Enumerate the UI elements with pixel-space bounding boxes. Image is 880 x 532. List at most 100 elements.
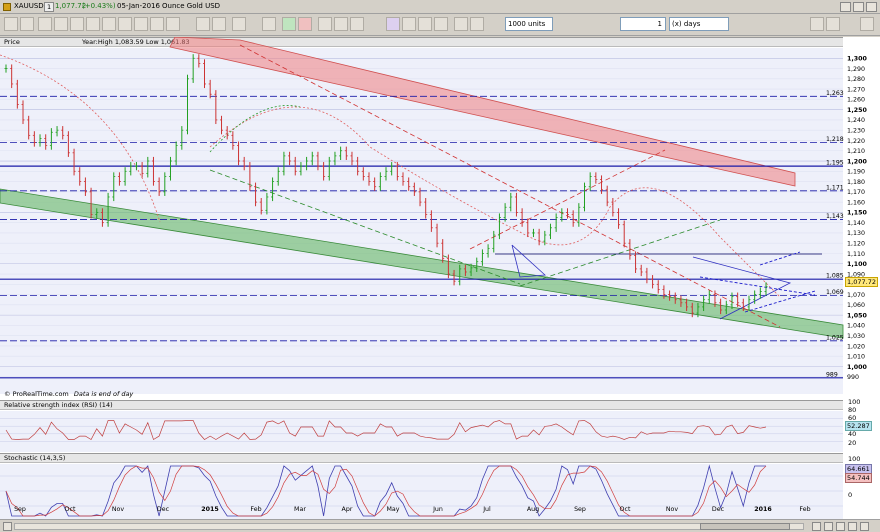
- y-tick-label: 990: [847, 374, 859, 381]
- y-tick-label: 1,250: [847, 107, 868, 114]
- rsi-tick-80: 80: [848, 406, 857, 414]
- rsi-panel-header: Relative strength index (RSI) (14): [0, 400, 843, 410]
- gann-tool-icon[interactable]: [150, 17, 164, 31]
- x-tick-label: Feb: [250, 506, 261, 513]
- change-label: (+0.43%): [82, 2, 116, 10]
- hline-tool-icon[interactable]: [54, 17, 68, 31]
- rectangle-tool-icon[interactable]: [102, 17, 116, 31]
- y-tick-label: 1,290: [847, 66, 865, 73]
- line-width-icon[interactable]: [402, 17, 416, 31]
- zoom-in-icon[interactable]: [824, 522, 833, 531]
- close-button[interactable]: [866, 2, 877, 12]
- settings-icon[interactable]: [232, 17, 246, 31]
- count-input[interactable]: 1: [620, 17, 666, 31]
- reset-icon[interactable]: [860, 522, 869, 531]
- channel-tool-icon[interactable]: [70, 17, 84, 31]
- rsi-tick-40: 40: [848, 430, 857, 438]
- arrow-right-icon[interactable]: [262, 17, 276, 31]
- stoch-d-value: 54.744: [845, 473, 872, 483]
- label-tool-icon[interactable]: [318, 17, 332, 31]
- symbol-label: XAUUSD: [14, 2, 44, 10]
- minimize-button[interactable]: [840, 2, 851, 12]
- y-tick-label: 1,300: [847, 56, 868, 63]
- y-tick-label: 1,120: [847, 241, 865, 248]
- eraser-icon[interactable]: [212, 17, 226, 31]
- y-tick-label: 1,130: [847, 230, 865, 237]
- rsi-panel-label: Relative strength index (RSI) (14): [4, 401, 113, 409]
- interval-select[interactable]: (x) days: [669, 17, 729, 31]
- print-icon[interactable]: [826, 17, 840, 31]
- y-tick-label: 1,110: [847, 251, 865, 258]
- y-tick-label: 1,230: [847, 127, 865, 134]
- date-label: 05-Jan-2016: [117, 2, 160, 10]
- level-label: 1,218: [826, 136, 844, 143]
- status-bar: [0, 519, 880, 532]
- alert-tool-icon[interactable]: [334, 17, 348, 31]
- zoom-out-icon[interactable]: [812, 522, 821, 531]
- rsi-plot-background: [0, 411, 843, 452]
- instrument-label: Ounce Gold USD: [162, 2, 221, 10]
- y-tick-label: 1,100: [847, 261, 868, 268]
- chart-area[interactable]: Price Year:High 1,083.59 Low 1,061.83 1,…: [0, 37, 880, 532]
- arrow-down-red-icon[interactable]: [298, 17, 312, 31]
- y-tick-label: 1,260: [847, 97, 865, 104]
- x-tick-label: 2015: [201, 506, 219, 513]
- y-tick-label: 1,220: [847, 138, 865, 145]
- x-tick-label: Jul: [482, 506, 491, 513]
- level-label: 1,143: [826, 213, 844, 220]
- horizontal-scrollbar[interactable]: [14, 523, 804, 530]
- y-tick-label: 1,020: [847, 343, 865, 350]
- x-tick-label: Aug: [527, 506, 539, 513]
- price-chart[interactable]: 1,300 1,290 1,280 1,270 1,260 1,250 1,240 1,230…: [0, 37, 880, 519]
- x-tick-label: Mar: [294, 506, 306, 513]
- current-price-value: 1,077.72: [847, 278, 876, 286]
- x-tick-label: Nov: [666, 506, 679, 513]
- lock-icon[interactable]: [454, 17, 468, 31]
- units-select[interactable]: 1000 units: [505, 17, 553, 31]
- chart-options-icon[interactable]: [810, 17, 824, 31]
- source-label: © ProRealTime.com: [4, 390, 69, 398]
- y-tick-label: 1,150: [847, 210, 868, 217]
- cursor-icon[interactable]: [4, 17, 18, 31]
- title-bar: XAUUSD 1 1,077.72 (+0.43%) 05-Jan-2016 O…: [0, 0, 880, 14]
- x-tick-label: Sep: [14, 506, 26, 513]
- link-icon[interactable]: [860, 17, 874, 31]
- fit-icon[interactable]: [836, 522, 845, 531]
- current-price-marker: 1,077.72: [845, 277, 878, 287]
- scroll-left-icon[interactable]: [3, 522, 12, 531]
- y-tick-label: 1,040: [847, 323, 865, 330]
- scroll-thumb[interactable]: [700, 523, 790, 530]
- stoch-panel-label: Stochastic (14,3,5): [4, 454, 66, 462]
- level-label: 1,069: [826, 289, 844, 296]
- text-tool-icon[interactable]: [134, 17, 148, 31]
- y-tick-label: 1,190: [847, 169, 865, 176]
- pitchfork-icon[interactable]: [166, 17, 180, 31]
- level-label: 1,171: [826, 184, 844, 191]
- scissors-icon[interactable]: [196, 17, 210, 31]
- eod-label: Data is end of day: [73, 390, 134, 398]
- measure-tool-icon[interactable]: [350, 17, 364, 31]
- x-tick-label: Jun: [432, 506, 443, 513]
- level-label: 1,263: [826, 90, 844, 97]
- y-tick-label: 1,240: [847, 117, 865, 124]
- zoom-icon[interactable]: [20, 17, 34, 31]
- maximize-button[interactable]: [853, 2, 864, 12]
- x-tick-label: Dec: [712, 506, 725, 513]
- ellipse-tool-icon[interactable]: [118, 17, 132, 31]
- level-label: 989: [826, 371, 838, 378]
- arrow-up-green-icon[interactable]: [282, 17, 296, 31]
- fibonacci-icon[interactable]: [86, 17, 100, 31]
- y-tick-label: 1,000: [847, 364, 868, 371]
- x-tick-label: Apr: [342, 506, 353, 513]
- delete-icon[interactable]: [470, 17, 484, 31]
- line-style-icon[interactable]: [418, 17, 432, 31]
- x-tick-label: 2016: [754, 506, 772, 513]
- fill-icon[interactable]: [434, 17, 448, 31]
- y-tick-label: 1,030: [847, 333, 865, 340]
- y-tick-label: 1,180: [847, 179, 865, 186]
- y-tick-label: 1,140: [847, 220, 865, 227]
- pan-icon[interactable]: [848, 522, 857, 531]
- source-note: © ProRealTime.com Data is end of day: [4, 390, 133, 398]
- line-tool-icon[interactable]: [38, 17, 52, 31]
- color-palette-icon[interactable]: [386, 17, 400, 31]
